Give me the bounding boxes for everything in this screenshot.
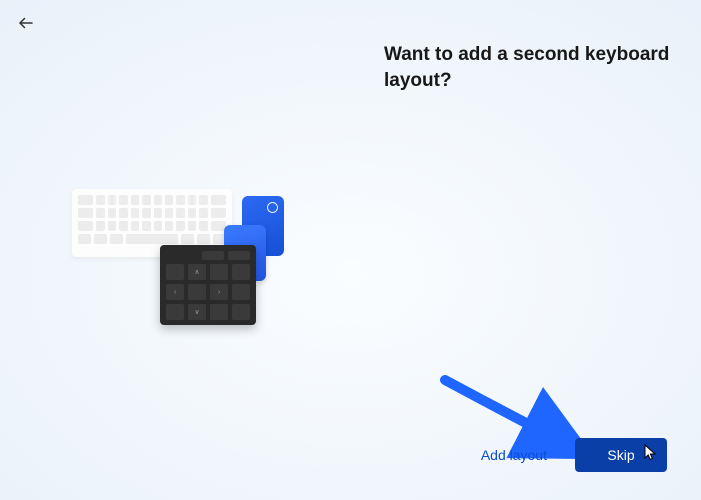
skip-button[interactable]: Skip xyxy=(575,438,667,472)
footer-button-row: Add layout Skip xyxy=(469,438,667,472)
add-layout-button[interactable]: Add layout xyxy=(469,439,559,471)
skip-button-label: Skip xyxy=(607,447,634,463)
keyboard-illustration: ∧ ‹› ∨ xyxy=(72,185,302,345)
page-title: Want to add a second keyboard layout? xyxy=(384,42,684,93)
back-arrow-icon xyxy=(17,14,35,35)
back-button[interactable] xyxy=(14,12,38,36)
dark-numpad-icon: ∧ ‹› ∨ xyxy=(160,245,256,325)
